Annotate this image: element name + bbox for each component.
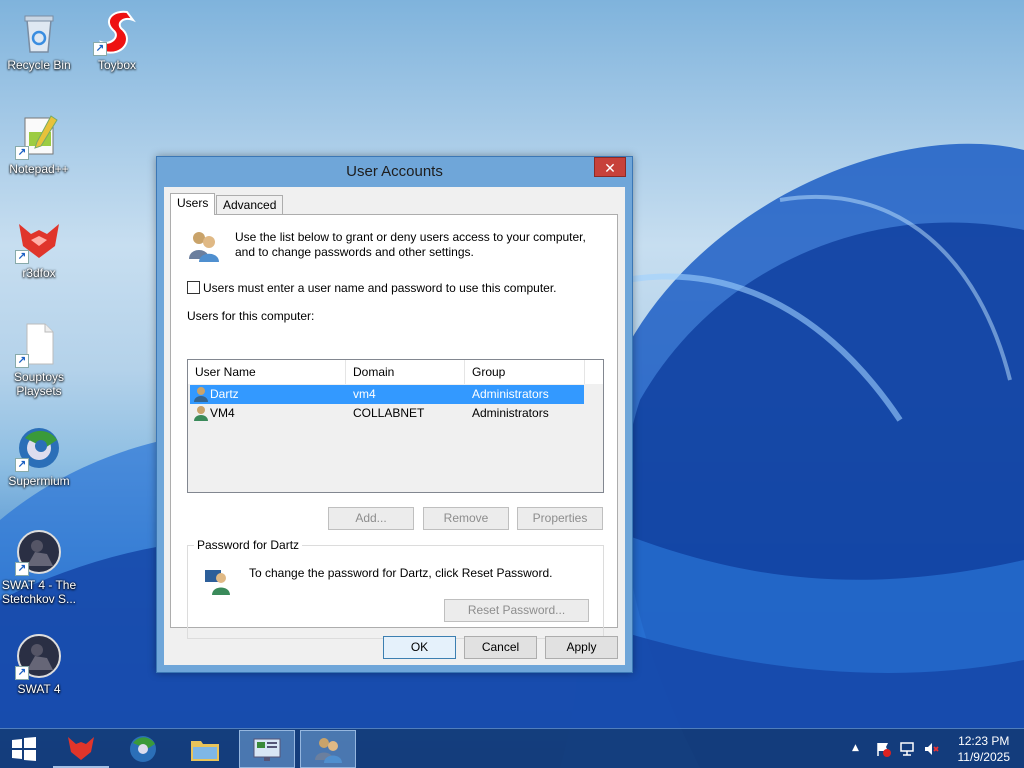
supermium-icon	[130, 736, 156, 762]
shortcut-arrow-icon: ↗	[15, 458, 29, 472]
start-button[interactable]	[0, 730, 48, 768]
taskbar-clock[interactable]: 12:23 PM 11/9/2025	[958, 733, 1011, 765]
taskbar-supermium[interactable]	[115, 730, 171, 768]
volume-muted-icon[interactable]	[923, 741, 939, 757]
desktop-icon-r3dfox[interactable]: ↗ r3dfox	[1, 216, 77, 280]
desktop-icon-label: SWAT 4 - The Stetchkov S...	[1, 578, 77, 606]
ok-button[interactable]: OK	[383, 636, 456, 659]
column-header-group[interactable]: Group	[465, 360, 585, 384]
desktop-icon-label: Recycle Bin	[7, 58, 71, 72]
column-header-user-name[interactable]: User Name	[188, 360, 346, 384]
user-icon	[194, 387, 208, 402]
users-icon	[189, 232, 219, 262]
desktop-icon-label: Toybox	[97, 58, 137, 72]
show-hidden-icons-chevron[interactable]: ▲	[852, 743, 859, 753]
dialog-client: Users Advanced Use the list below to gra…	[164, 187, 625, 665]
desktop-icon-label: SWAT 4	[17, 682, 61, 696]
taskbar-file-explorer[interactable]	[177, 730, 233, 768]
require-password-label[interactable]: Users must enter a user name and passwor…	[203, 281, 557, 295]
users-for-computer-label: Users for this computer:	[187, 309, 315, 323]
close-button[interactable]: ✕	[594, 157, 626, 177]
network-icon[interactable]	[899, 741, 915, 757]
recycle-bin-icon	[24, 15, 54, 53]
taskbar-user-accounts[interactable]	[300, 730, 356, 768]
tab-users[interactable]: Users	[170, 193, 216, 215]
r3dfox-icon	[68, 737, 94, 760]
intro-text-line1: Use the list below to grant or deny user…	[235, 230, 586, 244]
group-cell: Administrators	[472, 406, 549, 420]
tab-advanced[interactable]: Advanced	[216, 195, 284, 215]
users-icon	[315, 738, 342, 763]
add-user-button[interactable]: Add...	[328, 507, 414, 530]
folder-icon	[191, 741, 219, 761]
domain-cell: vm4	[353, 387, 376, 401]
desktop-icon-label: Notepad++	[9, 162, 69, 176]
desktop-icon-souptoys-playsets[interactable]: ↗ Souptoys Playsets	[1, 320, 77, 398]
user-icon	[194, 406, 208, 421]
dialog-titlebar[interactable]: User Accounts ✕	[157, 157, 632, 187]
desktop-icon-swat4[interactable]: ↗ SWAT 4	[1, 632, 77, 696]
user-name-cell: VM4	[210, 406, 235, 420]
desktop-icon-supermium[interactable]: ↗ Supermium	[1, 424, 77, 488]
group-cell: Administrators	[472, 387, 549, 401]
control-panel-icon	[253, 738, 281, 761]
shortcut-arrow-icon: ↗	[15, 146, 29, 160]
cancel-button[interactable]: Cancel	[464, 636, 537, 659]
reset-password-button[interactable]: Reset Password...	[444, 599, 589, 622]
taskbar-control-panel[interactable]	[239, 730, 295, 768]
users-tab-panel: Use the list below to grant or deny user…	[170, 214, 618, 639]
user-accounts-dialog: User Accounts ✕ Users Advanced Use the l…	[156, 156, 633, 673]
windows-logo-icon	[12, 737, 36, 761]
intro-text-line2: and to change passwords and other settin…	[235, 245, 474, 259]
dialog-title: User Accounts	[346, 163, 443, 180]
password-groupbox: Password for Dartz To change the passwor…	[187, 538, 604, 639]
desktop-icon-toybox[interactable]: ↗ Toybox	[79, 8, 155, 72]
shortcut-arrow-icon: ↗	[15, 666, 29, 680]
clock-date: 11/9/2025	[957, 750, 1011, 764]
shortcut-arrow-icon: ↗	[15, 354, 29, 368]
desktop-icon-swat4-stetchkov[interactable]: ↗ SWAT 4 - The Stetchkov S...	[1, 528, 77, 606]
desktop-icon-notepad-plus-plus[interactable]: ↗ Notepad++	[1, 112, 77, 176]
table-row[interactable]: Dartz vm4 Administrators	[190, 385, 584, 404]
clock-time: 12:23 PM	[958, 734, 1010, 748]
desktop-icon-label: r3dfox	[22, 266, 56, 280]
shortcut-arrow-icon: ↗	[93, 42, 107, 56]
desktop-icon-label: Souptoys Playsets	[13, 370, 65, 398]
shortcut-arrow-icon: ↗	[15, 250, 29, 264]
password-group-label: Password for Dartz	[194, 538, 303, 552]
domain-cell: COLLABNET	[353, 406, 425, 420]
action-center-flag-icon[interactable]	[875, 741, 891, 757]
desktop-icon-recycle-bin[interactable]: Recycle Bin	[1, 8, 77, 72]
desktop-icon-label: Supermium	[8, 474, 70, 488]
apply-button[interactable]: Apply	[545, 636, 618, 659]
users-list-header: User Name Domain Group	[188, 360, 603, 384]
taskbar: ▲ 12:23 PM 11/9/2025	[0, 728, 1024, 768]
users-list[interactable]: User Name Domain Group Dartz vm4 Adminis…	[187, 359, 604, 493]
close-icon: ✕	[604, 160, 616, 176]
column-header-domain[interactable]: Domain	[346, 360, 465, 384]
user-password-icon	[205, 570, 230, 595]
properties-button[interactable]: Properties	[517, 507, 603, 530]
user-name-cell: Dartz	[210, 387, 239, 401]
taskbar-r3dfox[interactable]	[53, 730, 109, 768]
table-row[interactable]: VM4 COLLABNET Administrators	[190, 404, 584, 423]
remove-user-button[interactable]: Remove	[423, 507, 509, 530]
shortcut-arrow-icon: ↗	[15, 562, 29, 576]
require-password-checkbox[interactable]	[187, 281, 200, 294]
password-info-text: To change the password for Dartz, click …	[249, 566, 553, 580]
